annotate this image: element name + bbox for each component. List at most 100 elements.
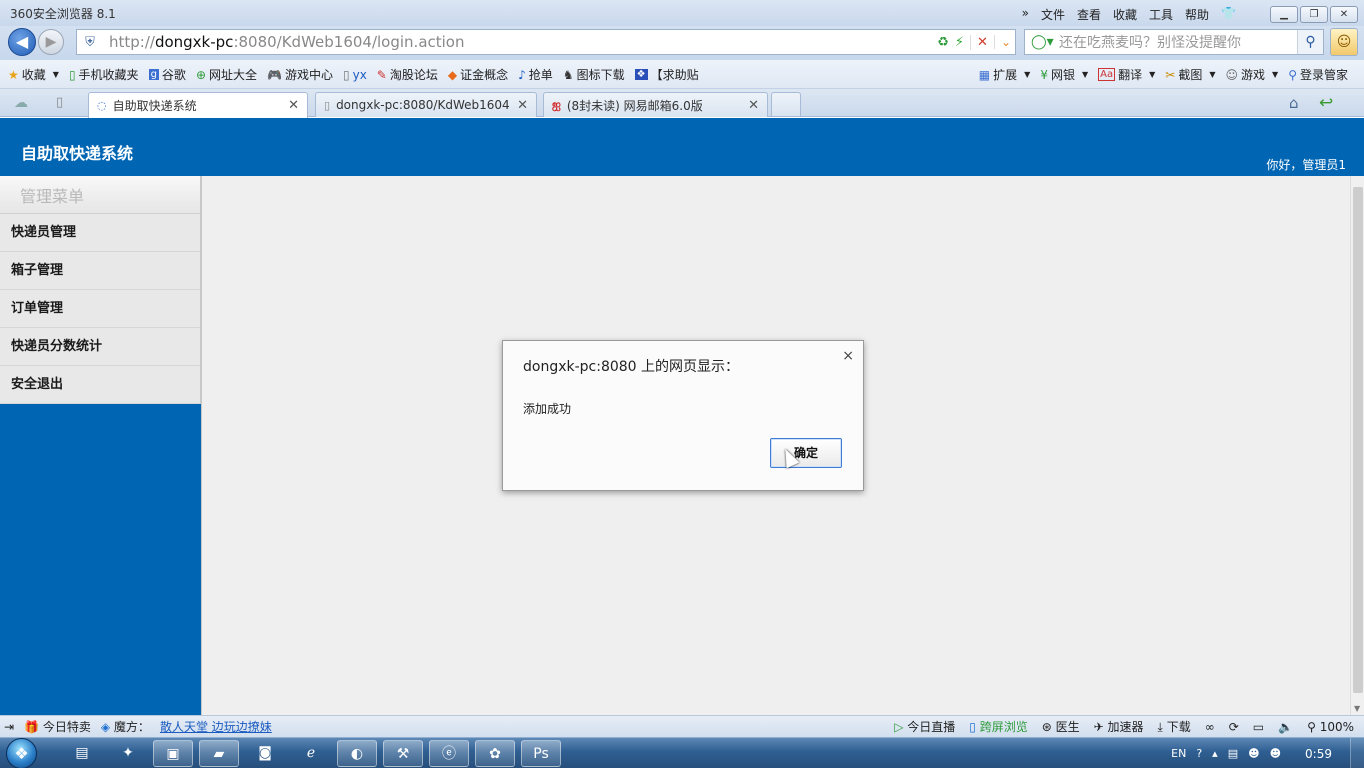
input-language[interactable]: EN <box>1171 747 1186 760</box>
menu-logout[interactable]: 安全退出 <box>0 366 200 404</box>
menu-courier-management[interactable]: 快递员管理 <box>0 214 200 252</box>
status-today-sale[interactable]: 🎁 今日特卖 <box>24 718 91 735</box>
menu-order-management[interactable]: 订单管理 <box>0 290 200 328</box>
refresh-icon[interactable]: ♻ <box>937 35 949 50</box>
menu-more-icon[interactable]: » <box>1022 6 1029 23</box>
taskbar-tool-icon[interactable]: ⚒ <box>383 740 423 767</box>
search-engine-icon[interactable]: ◯▾ <box>1025 34 1059 50</box>
netease-mail-icon: ஐ <box>552 97 561 111</box>
fav-forum[interactable]: ✎ 淘股论坛 <box>377 66 438 83</box>
start-button[interactable]: ❖ <box>6 738 44 768</box>
undo-close-tab-icon[interactable]: ↩ <box>1319 93 1333 113</box>
security-shield-icon[interactable]: ⛨ <box>77 35 103 50</box>
scrollbar-thumb[interactable] <box>1353 187 1363 693</box>
skin-icon[interactable]: 👕 <box>1221 6 1236 23</box>
window-controls: ▁ ❐ ✕ <box>1270 6 1358 23</box>
menu-tools[interactable]: 工具 <box>1149 6 1173 23</box>
show-desktop-button[interactable] <box>1350 738 1364 768</box>
taskbar-photoshop-icon[interactable]: Ps <box>521 740 561 767</box>
status-doctor[interactable]: ⊛ 医生 <box>1042 718 1080 735</box>
back-button[interactable]: ◀ <box>8 28 36 56</box>
qq-icon[interactable]: ☻ <box>1248 747 1259 760</box>
taskbar-ie-icon[interactable]: ℯ <box>291 740 331 767</box>
url-text[interactable]: http://dongxk-pc:8080/KdWeb1604/login.ac… <box>103 33 465 51</box>
close-window-button[interactable]: ✕ <box>1330 6 1358 23</box>
scroll-down-icon[interactable]: ▼ <box>1354 704 1360 713</box>
status-cross-screen[interactable]: ▯ 跨屏浏览 <box>969 718 1027 735</box>
forward-button[interactable]: ▶ <box>38 29 64 55</box>
window-icon[interactable]: ▭ <box>1253 720 1264 734</box>
tab-login-action[interactable]: ▯ dongxk-pc:8080/KdWeb1604 ✕ <box>315 92 537 117</box>
status-live[interactable]: ▷ 今日直播 <box>894 718 955 735</box>
fav-grab[interactable]: ♪ 抢单 <box>518 66 553 83</box>
menu-view[interactable]: 查看 <box>1077 6 1101 23</box>
url-dropdown-icon[interactable]: ⌄ <box>993 35 1011 49</box>
fav-extensions[interactable]: ▦ 扩展 ▼ <box>979 66 1031 83</box>
fav-google[interactable]: g 谷歌 <box>148 66 186 83</box>
fav-translate[interactable]: Aa 翻译 ▼ <box>1098 66 1155 83</box>
fav-yx[interactable]: ▯ yx <box>343 66 367 83</box>
tab-mail[interactable]: ஐ (8封未读) 网易邮箱6.0版 ✕ <box>543 92 768 117</box>
fav-games[interactable]: ☺ 游戏 ▼ <box>1226 66 1279 83</box>
taskbar-book-icon[interactable]: ▰ <box>199 740 239 767</box>
vertical-scrollbar[interactable]: ▼ <box>1350 176 1364 715</box>
bank-icon: ¥ <box>1040 67 1048 82</box>
close-tab-icon[interactable]: ✕ <box>748 98 759 113</box>
tab-express-system[interactable]: ◌ 自助取快递系统 ✕ <box>88 92 308 118</box>
taskbar-flash-icon[interactable]: ✦ <box>108 740 148 767</box>
qq-icon-2[interactable]: ☻ <box>1270 747 1281 760</box>
restore-button[interactable]: ❐ <box>1300 6 1328 23</box>
status-download[interactable]: ⤓ 下载 <box>1158 718 1191 735</box>
taskbar-explorer-icon[interactable]: ▣ <box>153 740 193 767</box>
taskbar-document-icon[interactable]: ▤ <box>62 740 102 767</box>
sidebar-toggle-icon[interactable]: ⇥ <box>4 720 14 734</box>
taskbar-app-icon[interactable]: ◙ <box>245 740 285 767</box>
minimize-button[interactable]: ▁ <box>1270 6 1298 23</box>
home-icon[interactable]: ⌂ <box>1289 94 1299 112</box>
status-magic-cube[interactable]: ◈ 魔方： <box>101 718 150 735</box>
star-icon: ★ <box>8 67 19 82</box>
search-icon[interactable]: ⚲ <box>1297 30 1323 54</box>
stop-icon[interactable]: ✕ <box>970 34 988 50</box>
tray-expand-icon[interactable]: ▴ <box>1212 747 1218 760</box>
fav-game-center[interactable]: 🎮 游戏中心 <box>267 66 333 83</box>
clock[interactable]: 0:59 <box>1305 747 1332 761</box>
network-icon[interactable]: ▤ <box>1228 747 1238 760</box>
url-input[interactable]: ⛨ http://dongxk-pc:8080/KdWeb1604/login.… <box>76 29 1016 55</box>
help-icon[interactable]: ? <box>1196 747 1202 760</box>
menu-file[interactable]: 文件 <box>1041 6 1065 23</box>
glasses-icon[interactable]: ∞ <box>1205 720 1215 734</box>
taskbar-eclipse-icon[interactable]: ◐ <box>337 740 377 767</box>
search-input[interactable]: 还在吃燕麦吗？别怪没提醒你 <box>1059 32 1297 52</box>
user-avatar-icon[interactable]: ☺ <box>1330 28 1358 56</box>
new-tab-button[interactable] <box>771 92 801 116</box>
mobile-icon[interactable]: ▯ <box>56 95 63 110</box>
status-accelerator[interactable]: ✈ 加速器 <box>1094 718 1144 735</box>
close-icon[interactable]: × <box>842 348 854 364</box>
menu-help[interactable]: 帮助 <box>1185 6 1209 23</box>
close-tab-icon[interactable]: ✕ <box>517 98 528 113</box>
speed-mode-icon[interactable]: ⚡ <box>955 35 964 50</box>
sync-icon[interactable]: ⟳ <box>1229 720 1239 734</box>
menu-favorites[interactable]: 收藏 <box>1113 6 1137 23</box>
taskbar-paint-icon[interactable]: ✿ <box>475 740 515 767</box>
fav-mobile[interactable]: ▯ 手机收藏夹 <box>69 66 139 83</box>
close-tab-icon[interactable]: ✕ <box>288 98 299 113</box>
search-box[interactable]: ◯▾ 还在吃燕麦吗？别怪没提醒你 ⚲ <box>1024 29 1324 55</box>
taskbar-360-browser-icon[interactable]: ⓔ <box>429 740 469 767</box>
fav-concept[interactable]: ◆ 证金概念 <box>448 66 508 83</box>
zoom-control[interactable]: ⚲ 100% <box>1307 720 1354 734</box>
menu-courier-score-stats[interactable]: 快递员分数统计 <box>0 328 200 366</box>
volume-icon[interactable]: 🔈 <box>1278 720 1293 734</box>
alert-dialog: dongxk-pc:8080 上的网页显示： × 添加成功 确定 <box>502 340 864 491</box>
fav-help-post[interactable]: ❖ 【求助贴 <box>634 66 699 83</box>
fav-favorites[interactable]: ★ 收藏 ▼ <box>8 66 59 83</box>
fav-bank[interactable]: ¥ 网银 ▼ <box>1040 66 1088 83</box>
status-ad-link[interactable]: 散人天堂 边玩边撩妹 <box>160 718 272 735</box>
fav-icon-download[interactable]: ♞ 图标下载 <box>563 66 625 83</box>
menu-box-management[interactable]: 箱子管理 <box>0 252 200 290</box>
fav-login-manager[interactable]: ⚲ 登录管家 <box>1288 66 1348 83</box>
fav-screenshot[interactable]: ✂ 截图 ▼ <box>1165 66 1215 83</box>
cloud-icon[interactable]: ☁ <box>14 95 28 111</box>
fav-directory[interactable]: ⊕ 网址大全 <box>196 66 257 83</box>
